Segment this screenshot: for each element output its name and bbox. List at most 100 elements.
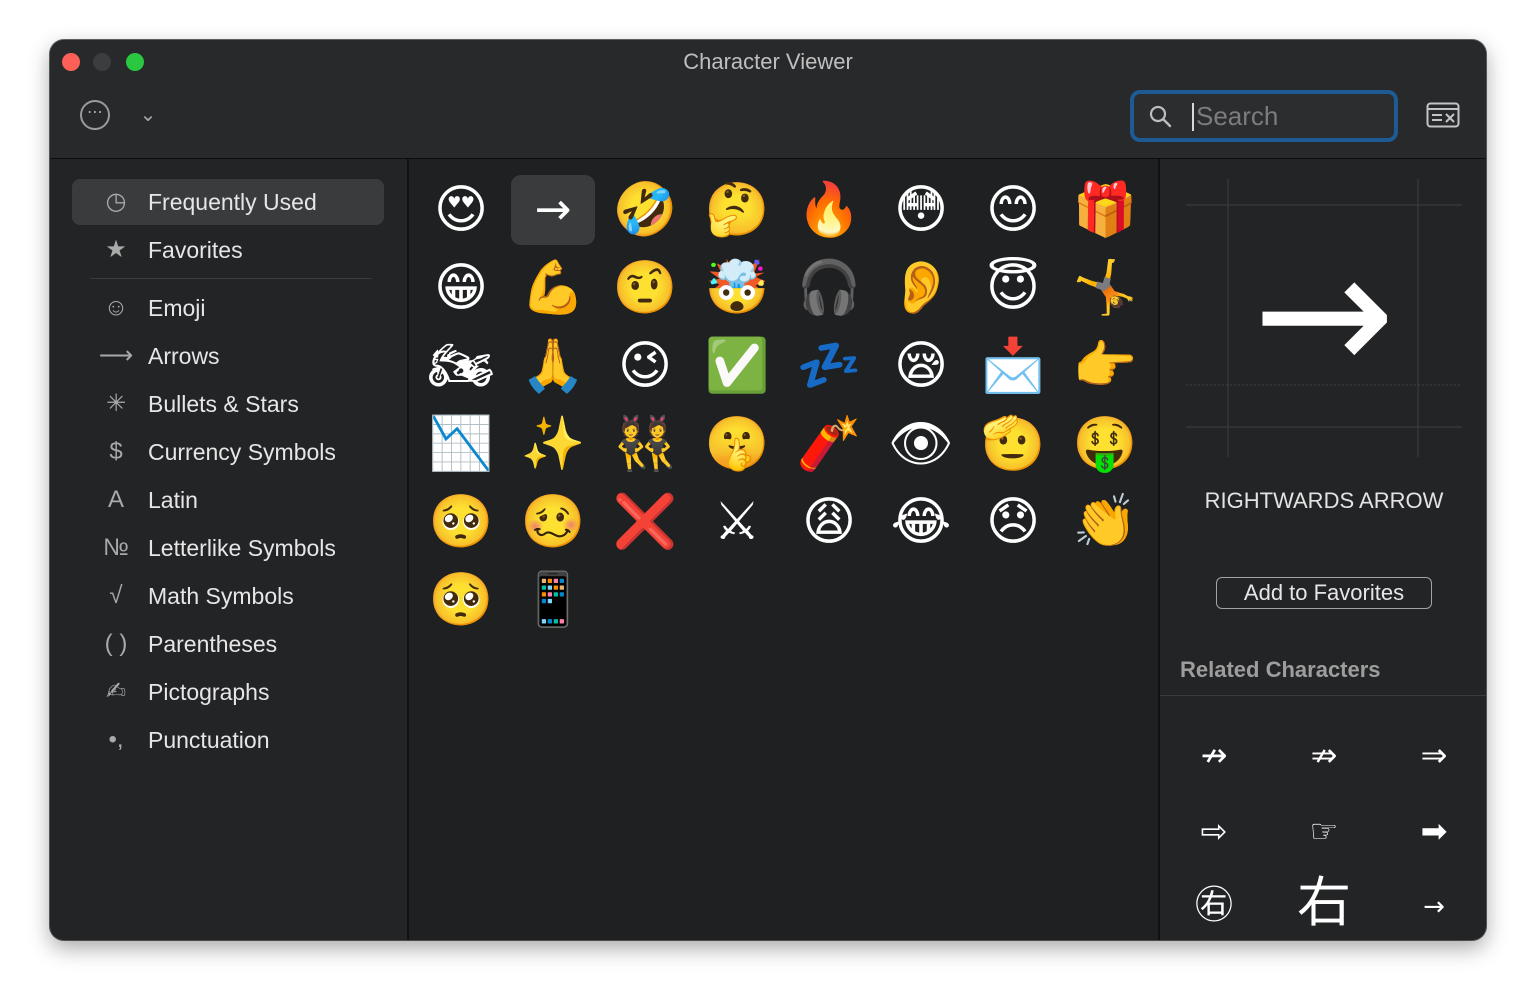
character-cell[interactable]: 👂 [879, 253, 963, 323]
character-cell[interactable]: 🤯 [695, 253, 779, 323]
sidebar-item-label: Letterlike Symbols [148, 535, 336, 561]
sidebar-item-punctuation[interactable]: •, Punctuation [72, 717, 384, 763]
character-cell[interactable]: 🤣 [603, 175, 687, 245]
related-character[interactable]: ↛ [1174, 725, 1254, 785]
sidebar-item-label: Favorites [148, 237, 243, 263]
sidebar-item-label: Arrows [148, 343, 220, 369]
sidebar-toggle-icon[interactable] [1426, 102, 1460, 128]
character-cell[interactable]: 👏 [1063, 487, 1147, 557]
sidebar-divider [90, 278, 372, 279]
sidebar-item-math-symbols[interactable]: √ Math Symbols [72, 573, 384, 619]
character-cell[interactable]: 😍 [419, 175, 503, 245]
related-character[interactable]: ⇒ [1394, 725, 1474, 785]
character-cell[interactable]: → [511, 175, 595, 245]
character-cell[interactable]: 👯 [603, 409, 687, 479]
character-cell[interactable]: 🤔 [695, 175, 779, 245]
sidebar-item-label: Frequently Used [148, 189, 317, 215]
character-cell[interactable]: 💤 [787, 331, 871, 401]
character-cell[interactable]: 🤑 [1063, 409, 1147, 479]
category-sidebar: ◷ Frequently Used ★ Favorites ☺ Emoji ⟶ … [50, 159, 409, 940]
character-cell[interactable]: 😂 [879, 487, 963, 557]
character-preview: → [1186, 179, 1462, 457]
sidebar-item-label: Emoji [148, 295, 206, 321]
numero-icon: № [103, 534, 129, 561]
clock-icon: ◷ [105, 188, 127, 215]
sidebar-item-currency-symbols[interactable]: $ Currency Symbols [72, 429, 384, 475]
star-icon: ★ [105, 236, 127, 263]
character-cell[interactable]: ❌ [603, 487, 687, 557]
sidebar-item-parentheses[interactable]: ( ) Parentheses [72, 621, 384, 667]
character-cell[interactable]: 🔥 [787, 175, 871, 245]
titlebar: Character Viewer ⋯ ⌄ [50, 40, 1486, 159]
character-cell[interactable]: 👁 [879, 409, 963, 479]
character-cell[interactable]: 🤫 [695, 409, 779, 479]
character-cell[interactable]: 💪 [511, 253, 595, 323]
sidebar-item-latin[interactable]: A Latin [72, 477, 384, 523]
character-cell[interactable]: 😊 [971, 175, 1055, 245]
add-to-favorites-button[interactable]: Add to Favorites [1216, 577, 1432, 609]
letter-a-icon: A [107, 486, 124, 513]
asterisk-icon: ✳ [105, 390, 127, 417]
character-cell[interactable]: 🥺 [419, 565, 503, 635]
related-character[interactable]: ➡ [1394, 801, 1474, 861]
related-divider [1160, 695, 1486, 696]
character-cell[interactable]: 🥺 [419, 487, 503, 557]
character-cell[interactable]: 🫡 [971, 409, 1055, 479]
sidebar-item-label: Currency Symbols [148, 439, 336, 465]
character-cell[interactable]: ✨ [511, 409, 595, 479]
character-cell[interactable]: 😁 [419, 253, 503, 323]
sidebar-item-favorites[interactable]: ★ Favorites [72, 227, 384, 273]
character-cell[interactable]: 🤨 [603, 253, 687, 323]
sidebar-item-label: Punctuation [148, 727, 270, 753]
character-cell[interactable]: 👉 [1063, 331, 1147, 401]
character-cell[interactable]: 🧨 [787, 409, 871, 479]
related-characters-heading: Related Characters [1180, 657, 1381, 682]
preview-glyph: → [1252, 215, 1396, 413]
related-character[interactable]: ㊨ [1174, 875, 1254, 935]
character-cell[interactable]: 🥴 [511, 487, 595, 557]
character-cell[interactable]: 🎧 [787, 253, 871, 323]
sidebar-item-frequently-used[interactable]: ◷ Frequently Used [72, 179, 384, 225]
comma-icon: •, [108, 726, 124, 753]
sidebar-item-label: Pictographs [148, 679, 270, 705]
smiley-icon: ☺ [103, 294, 129, 321]
character-cell[interactable]: 🎁 [1063, 175, 1147, 245]
character-cell[interactable]: 📩 [971, 331, 1055, 401]
sidebar-item-letterlike-symbols[interactable]: № Letterlike Symbols [72, 525, 384, 571]
character-cell[interactable]: 🤸 [1063, 253, 1147, 323]
character-cell[interactable]: 😞 [971, 487, 1055, 557]
sidebar-item-label: Parentheses [148, 631, 278, 657]
related-character[interactable]: 右 [1284, 873, 1364, 933]
dollar-icon: $ [109, 438, 123, 465]
related-character[interactable]: ☞ [1284, 801, 1364, 861]
related-character[interactable]: ⇏ [1284, 725, 1364, 785]
character-cell[interactable]: 😳 [879, 175, 963, 245]
character-cell[interactable]: 🏍 [419, 331, 503, 401]
related-character[interactable]: ⇨ [1174, 801, 1254, 861]
character-cell[interactable]: 📱 [511, 565, 595, 635]
sidebar-item-label: Math Symbols [148, 583, 294, 609]
square-root-icon: √ [109, 582, 123, 609]
character-cell[interactable]: ✅ [695, 331, 779, 401]
chevron-down-icon[interactable]: ⌄ [136, 100, 160, 130]
parentheses-icon: ( ) [104, 630, 128, 657]
character-cell[interactable]: 😇 [971, 253, 1055, 323]
search-input[interactable] [1196, 94, 1386, 138]
sidebar-item-bullets-stars[interactable]: ✳ Bullets & Stars [72, 381, 384, 427]
search-icon [1149, 105, 1172, 128]
sidebar-item-pictographs[interactable]: ✍ Pictographs [72, 669, 384, 715]
sidebar-item-arrows[interactable]: ⟶ Arrows [72, 333, 384, 379]
character-cell[interactable]: ⚔ [695, 487, 779, 557]
pen-icon: ✍ [105, 678, 127, 705]
character-cell[interactable]: 📉 [419, 409, 503, 479]
search-field[interactable] [1130, 90, 1398, 142]
character-cell[interactable]: 😉 [603, 331, 687, 401]
character-cell[interactable]: 🙏 [511, 331, 595, 401]
character-cell[interactable]: 😩 [787, 487, 871, 557]
ellipsis-circle-icon[interactable]: ⋯ [80, 100, 110, 130]
sidebar-item-label: Latin [148, 487, 198, 513]
window-title: Character Viewer [683, 49, 853, 74]
sidebar-item-emoji[interactable]: ☺ Emoji [72, 285, 384, 331]
character-cell[interactable]: 😪 [879, 331, 963, 401]
related-character[interactable]: → [1394, 877, 1474, 937]
